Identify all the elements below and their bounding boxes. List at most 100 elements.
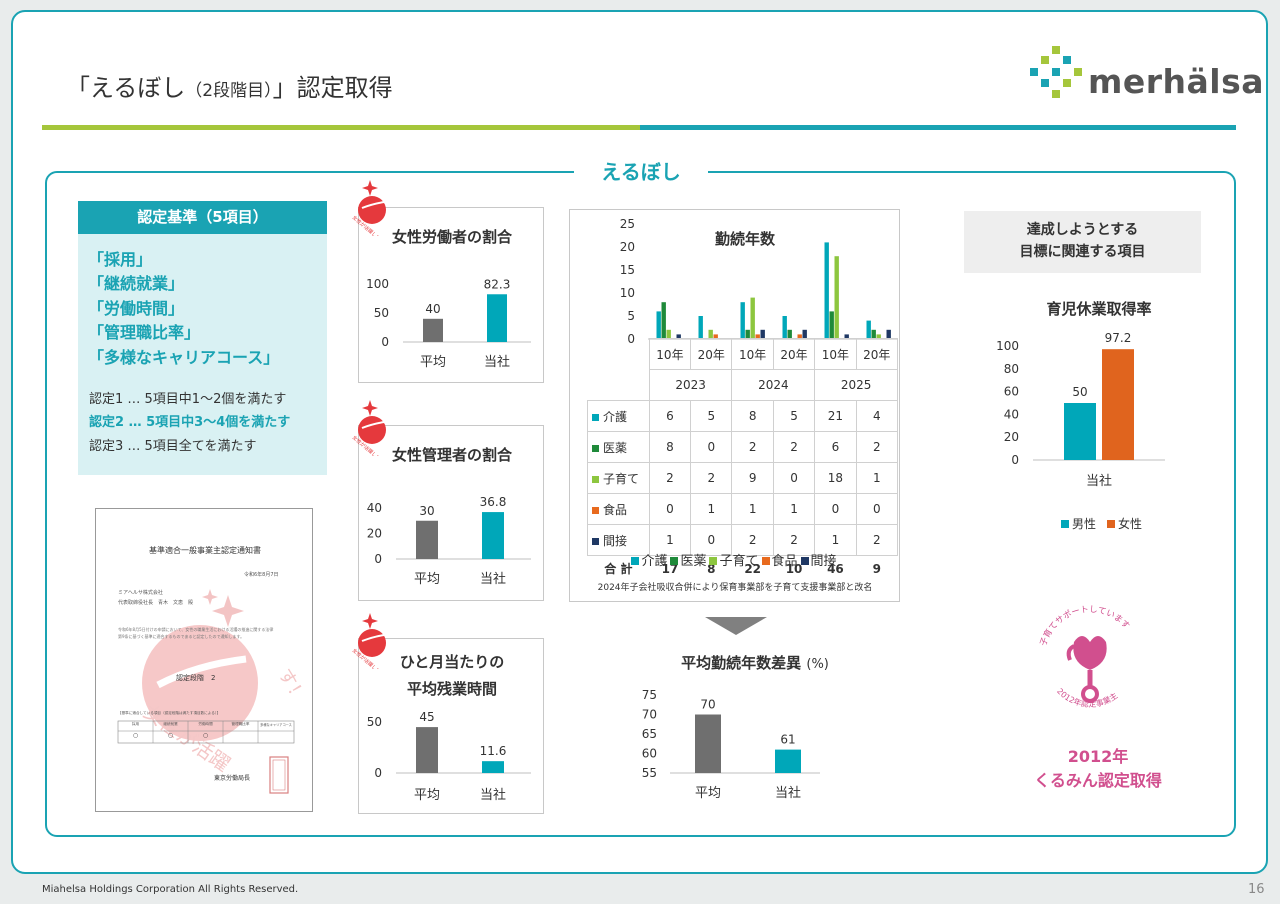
- criteria-item: 「管理職比率」: [88, 323, 201, 342]
- data-label: 70: [700, 698, 715, 712]
- y-tick-label: 20: [367, 527, 382, 541]
- bar-医薬: [661, 302, 666, 339]
- criteria-item: 「多様なキャリアコース」: [88, 348, 280, 367]
- legend-swatch: [670, 557, 679, 565]
- avg-tenure-chart: 55 60 65 70 75 70 平均 61 当社: [642, 688, 820, 801]
- table-cell: 5: [772, 400, 816, 432]
- table-cell: 8: [731, 400, 774, 432]
- legend-label: 介護: [641, 554, 668, 569]
- bar-女性: [1102, 349, 1134, 460]
- table-corner: [588, 370, 650, 401]
- criteria-heading: 認定基準（5項目）: [78, 201, 327, 234]
- y-tick-label: 60: [1004, 385, 1019, 399]
- legend-swatch: [592, 413, 599, 421]
- data-label: 30: [419, 504, 434, 518]
- cert-col: 採用: [131, 722, 140, 726]
- y-tick-label: 100: [366, 277, 389, 291]
- table-cell: 0: [690, 431, 733, 463]
- childcare-leave-title: 育児休業取得率: [1046, 300, 1152, 318]
- title-rule-green: [42, 125, 640, 130]
- category-label: 当社: [480, 571, 506, 587]
- legend-swatch: [1107, 520, 1115, 528]
- legend-label: 子育て: [719, 554, 759, 569]
- table-cell: 2: [731, 431, 774, 463]
- cert-col: 管理職比率: [231, 722, 250, 726]
- badge-circle: [358, 416, 386, 444]
- series-name: 介護: [603, 409, 628, 424]
- table-cell: 2: [690, 462, 733, 494]
- data-label: 97.2: [1105, 331, 1132, 345]
- series-label: 医薬: [587, 431, 650, 463]
- table-cell: 1: [690, 493, 733, 525]
- y-tick-label: 70: [642, 708, 657, 722]
- kurumin-base: [1081, 685, 1099, 703]
- y-tick-label: 40: [367, 501, 382, 515]
- cert-title: 基準適合一般事業主認定通知書: [149, 546, 261, 555]
- cert-mark: ○: [132, 732, 139, 739]
- legend-swatch: [592, 475, 599, 483]
- y-tick-label: 40: [1004, 407, 1019, 421]
- legend-item: 食品: [761, 554, 798, 569]
- legend-label: 男性: [1072, 517, 1096, 531]
- series-label: 子育て: [587, 462, 650, 494]
- table-cell: 2: [855, 431, 899, 463]
- year-header: 2025: [814, 369, 898, 401]
- data-label: 45: [419, 710, 434, 724]
- series-name: 間接: [603, 533, 628, 548]
- badge-circle: [358, 196, 386, 224]
- bar-介護: [698, 316, 703, 339]
- eruboshi-badge-icon: 女性が活躍しています！: [351, 180, 396, 236]
- bar-平均: [416, 727, 438, 773]
- category-label: 平均: [414, 788, 440, 803]
- cert-company: ミアヘルサ株式会社: [118, 590, 163, 596]
- table-cell: 5: [690, 400, 733, 432]
- table-row: 医薬 8 0 2 2 6 2: [587, 431, 899, 463]
- period-header: 20年: [690, 338, 733, 370]
- bar-介護: [740, 302, 745, 339]
- badge-star: [362, 400, 378, 416]
- table-cell: 0: [814, 493, 857, 525]
- legend-swatch: [592, 537, 599, 545]
- childcare-leave-chart: 0 20 40 60 80 100 50 97.2 当社男性 女性: [996, 331, 1165, 531]
- bar-介護: [824, 242, 829, 339]
- data-label: 40: [425, 302, 440, 316]
- y-tick-label: 50: [367, 715, 382, 729]
- table-cell: 0: [772, 462, 816, 494]
- legend-swatch: [800, 557, 809, 565]
- criteria-item: 「労働時間」: [88, 299, 185, 318]
- data-label: 82.3: [484, 277, 511, 291]
- period-header: 20年: [855, 338, 899, 370]
- table-row: 子育て 2 2 9 0 18 1: [587, 462, 899, 494]
- bar-子育て: [834, 256, 839, 339]
- goal-line-2: 目標に関連する項目: [1019, 244, 1146, 260]
- footer-copyright: Miahelsa Holdings Corporation All Rights…: [42, 884, 299, 895]
- kurumin-year-text: 2012年認定事業主: [1055, 687, 1119, 709]
- period-header: 10年: [648, 338, 692, 370]
- y-tick-label: 0: [374, 766, 382, 780]
- legend-swatch: [761, 557, 770, 565]
- bar-介護: [656, 311, 661, 339]
- bar-医薬: [829, 311, 834, 339]
- data-label: 50: [1072, 385, 1087, 399]
- section-title: えるぼし: [574, 158, 708, 186]
- goal-box: 達成しようとする 目標に関連する項目: [964, 211, 1201, 273]
- y-tick-label: 80: [1004, 362, 1019, 376]
- cert-rep: 代表取締役社長 青木 文恵 殿: [118, 600, 194, 606]
- table-corner: [588, 339, 650, 370]
- legend-swatch: [1061, 520, 1069, 528]
- tenure-chart-box: 勤続年数 0 5 10 15 20 25 10年 20年 10年 20年 10年 20年 2023 20…: [569, 209, 900, 602]
- legend-item: 間接: [800, 554, 837, 569]
- y-tick-label: 65: [642, 727, 657, 741]
- table-cell: 6: [648, 400, 692, 432]
- cert-col: 継続就業: [163, 722, 178, 726]
- legend-swatch: [709, 557, 718, 565]
- category-label: 平均: [420, 355, 446, 370]
- period-header: 20年: [772, 338, 816, 370]
- period-header: 10年: [814, 338, 857, 370]
- level-1: 認定1 … 5項目中1～2個を満たす: [89, 392, 287, 407]
- goal-line-1: 達成しようとする: [1026, 222, 1139, 238]
- tenure-legend: 介護 医薬 子育て 食品 間接: [570, 550, 901, 569]
- legend-label: 食品: [771, 554, 798, 569]
- table-cell: 1: [731, 493, 774, 525]
- criteria-item: 「採用」: [88, 250, 153, 269]
